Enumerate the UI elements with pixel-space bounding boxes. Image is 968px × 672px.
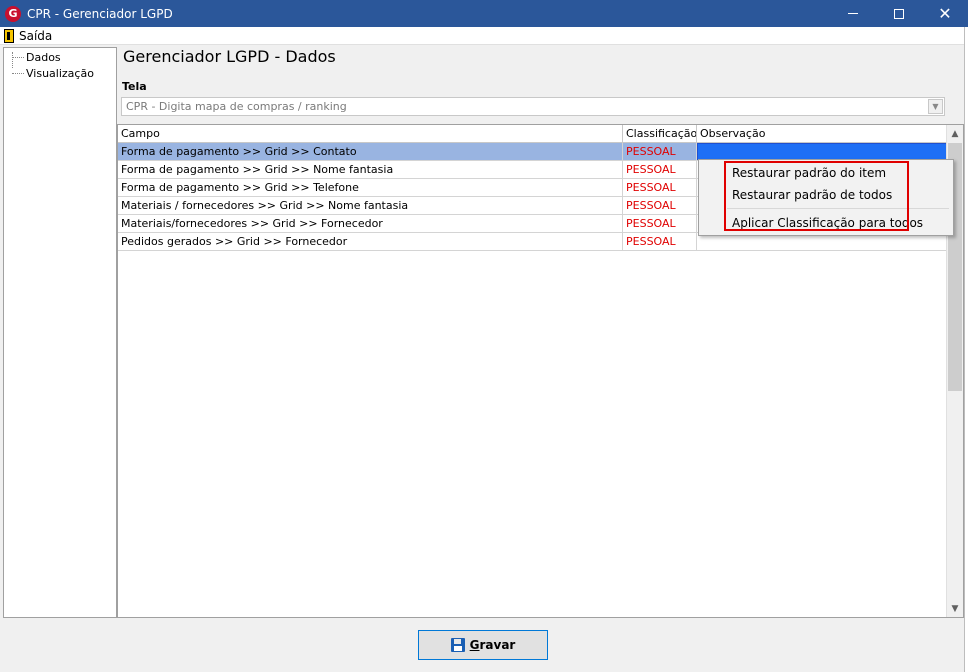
maximize-button[interactable] bbox=[876, 0, 922, 27]
column-header-observacao[interactable]: Observação bbox=[697, 125, 947, 143]
column-header-classificacao[interactable]: Classificação bbox=[623, 125, 697, 143]
cell-campo[interactable]: Forma de pagamento >> Grid >> Telefone bbox=[118, 179, 623, 196]
annotation-highlight-box bbox=[724, 161, 909, 231]
scroll-up-icon[interactable]: ▲ bbox=[947, 125, 963, 142]
background-window-edge bbox=[964, 27, 968, 672]
cell-campo[interactable]: Materiais / fornecedores >> Grid >> Nome… bbox=[118, 197, 623, 214]
cell-classificacao[interactable]: PESSOAL bbox=[623, 197, 697, 214]
tela-select-value: CPR - Digita mapa de compras / ranking bbox=[126, 100, 347, 113]
save-button[interactable]: Gravar bbox=[418, 630, 548, 660]
tree-item-label: Dados bbox=[26, 51, 61, 64]
exit-door-icon bbox=[4, 28, 14, 43]
grid-header: Campo Classificação Observação bbox=[118, 125, 947, 143]
cell-classificacao[interactable]: PESSOAL bbox=[623, 143, 697, 160]
minimize-icon bbox=[848, 13, 858, 14]
app-logo-icon: G bbox=[5, 5, 21, 22]
cell-campo[interactable]: Forma de pagamento >> Grid >> Contato bbox=[118, 143, 623, 160]
tree-branch-line bbox=[12, 73, 24, 74]
cell-classificacao[interactable]: PESSOAL bbox=[623, 179, 697, 196]
chevron-down-icon[interactable]: ▼ bbox=[928, 99, 943, 114]
close-button[interactable]: ✕ bbox=[922, 0, 968, 27]
navigation-tree: Dados Visualização bbox=[3, 47, 117, 618]
cell-campo[interactable]: Forma de pagamento >> Grid >> Nome fanta… bbox=[118, 161, 623, 178]
cell-classificacao[interactable]: PESSOAL bbox=[623, 161, 697, 178]
floppy-disk-icon bbox=[450, 638, 465, 652]
title-bar: G CPR - Gerenciador LGPD ✕ bbox=[0, 0, 968, 27]
exit-menu-item[interactable]: Saída bbox=[0, 28, 53, 43]
minimize-button[interactable] bbox=[830, 0, 876, 27]
tree-item-dados[interactable]: Dados bbox=[12, 51, 61, 64]
window-title: CPR - Gerenciador LGPD bbox=[27, 6, 173, 21]
maximize-icon bbox=[894, 8, 904, 19]
exit-menu-label: Saída bbox=[19, 28, 53, 43]
cell-classificacao[interactable]: PESSOAL bbox=[623, 215, 697, 232]
tree-item-label: Visualização bbox=[26, 67, 94, 80]
tree-item-visualizacao[interactable]: Visualização bbox=[12, 67, 94, 80]
menu-bar: Saída bbox=[0, 27, 968, 45]
column-header-campo[interactable]: Campo bbox=[118, 125, 623, 143]
page-title: Gerenciador LGPD - Dados bbox=[123, 47, 336, 66]
tree-branch-line bbox=[12, 57, 24, 58]
tela-select[interactable]: CPR - Digita mapa de compras / ranking ▼ bbox=[121, 97, 945, 116]
tela-label: Tela bbox=[122, 80, 147, 93]
scroll-down-icon[interactable]: ▼ bbox=[947, 600, 963, 617]
cell-campo[interactable]: Materiais/fornecedores >> Grid >> Fornec… bbox=[118, 215, 623, 232]
cell-classificacao[interactable]: PESSOAL bbox=[623, 233, 697, 250]
cell-campo[interactable]: Pedidos gerados >> Grid >> Fornecedor bbox=[118, 233, 623, 250]
save-button-label: Gravar bbox=[469, 638, 516, 652]
cell-observacao[interactable] bbox=[697, 143, 947, 160]
